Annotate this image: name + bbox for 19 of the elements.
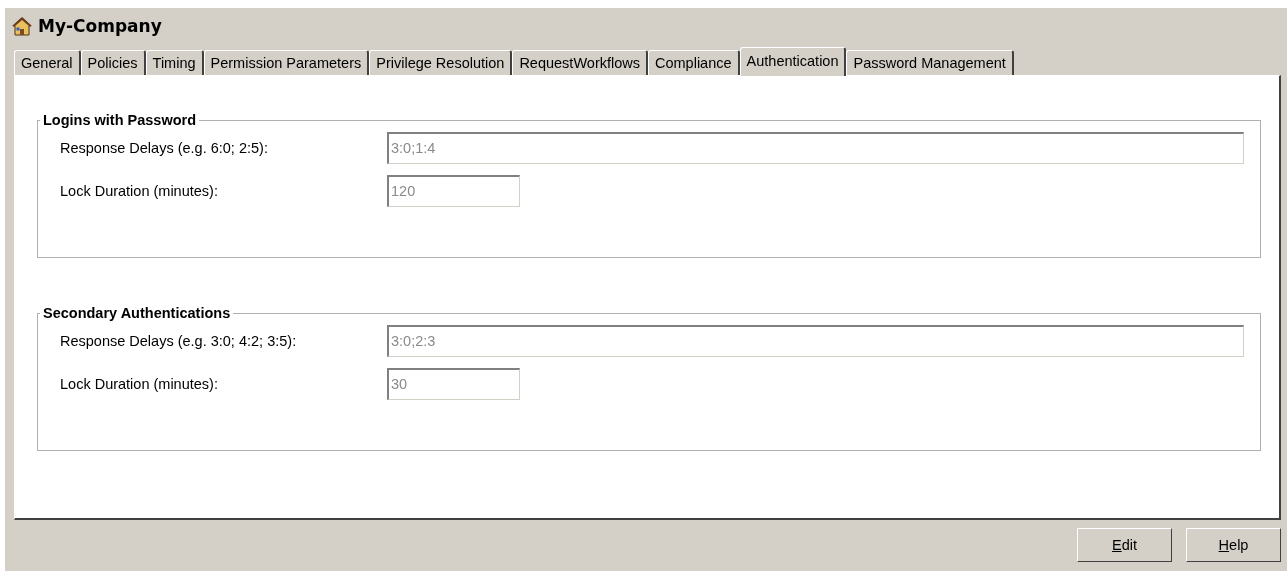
tab[interactable]: Authentication	[739, 47, 847, 76]
tab[interactable]: Permission Parameters	[203, 50, 370, 75]
field-label: Response Delays (e.g. 3:0; 4:2; 3:5):	[60, 333, 298, 349]
tab[interactable]: Timing	[145, 50, 204, 75]
field-label: Lock Duration (minutes):	[60, 183, 219, 199]
tab[interactable]: Policies	[80, 50, 146, 75]
tab[interactable]: General	[14, 50, 81, 75]
tab[interactable]: Password Management	[846, 50, 1014, 75]
tab[interactable]: RequestWorkflows	[512, 50, 648, 75]
tab[interactable]: Privilege Resolution	[369, 50, 513, 75]
dialog-button[interactable]: Help	[1186, 528, 1281, 562]
tab[interactable]: Compliance	[648, 50, 740, 75]
dialog-button[interactable]: Edit	[1077, 528, 1172, 562]
field-label: Response Delays (e.g. 6:0; 2:5):	[60, 140, 269, 156]
window-title: My-Company	[38, 16, 162, 36]
group-title: Logins with Password	[42, 112, 198, 128]
group-title: Secondary Authentications	[42, 305, 232, 321]
house-icon	[11, 15, 33, 37]
field-label: Lock Duration (minutes):	[60, 376, 219, 392]
